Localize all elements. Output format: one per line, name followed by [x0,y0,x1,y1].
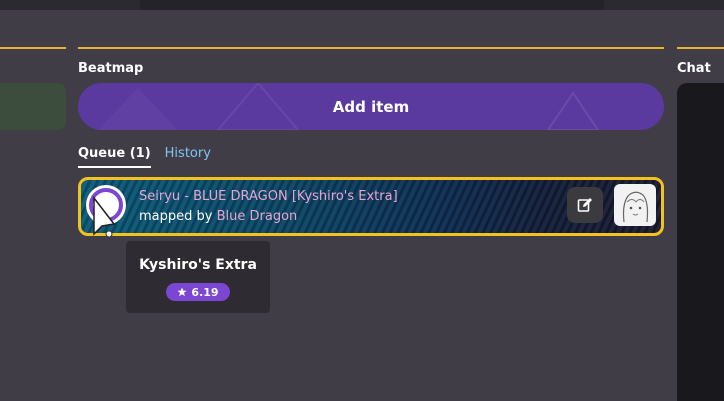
mapper-name[interactable]: Blue Dragon [217,209,298,224]
chat-section-divider [677,47,724,49]
star-icon [177,287,188,297]
playlist-tabs: Queue (1) History [78,146,211,168]
queue-item[interactable]: Seiryu - BLUE DRAGON [Kyshiro's Extra] m… [78,177,664,236]
chat-section-title: Chat [677,61,711,76]
left-panel-card[interactable] [0,83,66,130]
beatmap-section-title: Beatmap [78,61,144,76]
edit-button[interactable] [567,187,603,223]
add-item-button[interactable]: Add item [78,83,664,130]
queue-item-mapper-line: mapped by Blue Dragon [139,209,297,224]
mapper-avatar-image [622,191,649,223]
beatmap-section-divider [78,47,664,49]
mapped-by-prefix: mapped by [139,209,213,224]
left-panel-divider [0,47,66,49]
edit-icon [577,198,592,212]
add-item-label: Add item [332,97,410,116]
mapper-avatar[interactable] [614,184,656,226]
tab-queue[interactable]: Queue (1) [78,146,151,168]
star-rating-value: 6.19 [191,285,219,299]
left-panel [0,0,66,401]
difficulty-tooltip: Kyshiro's Extra 6.19 [126,241,270,313]
cursor-icon [93,195,116,238]
queue-item-title[interactable]: Seiryu - BLUE DRAGON [Kyshiro's Extra] [139,189,398,204]
top-backdrop [0,0,724,10]
chat-panel[interactable] [677,83,724,401]
difficulty-name: Kyshiro's Extra [139,257,257,273]
tab-history[interactable]: History [165,146,211,168]
star-rating-badge: 6.19 [166,283,230,301]
